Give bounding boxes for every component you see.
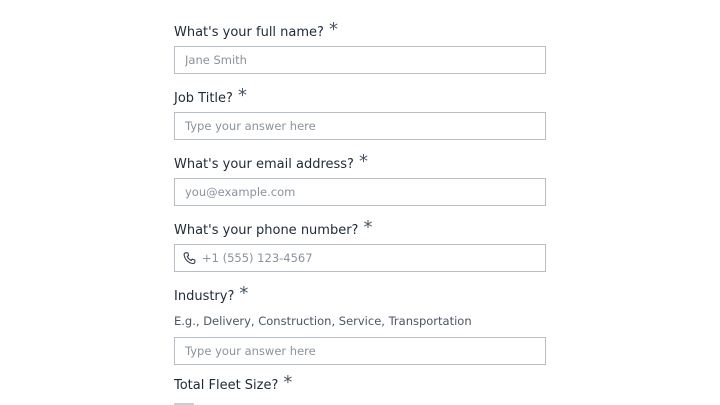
required-asterisk: *: [363, 217, 373, 238]
job-title-label-row: Job Title? *: [174, 85, 546, 110]
full-name-label-row: What's your full name? *: [174, 19, 546, 44]
full-name-field: What's your full name? *: [174, 19, 546, 74]
phone-label: What's your phone number?: [174, 223, 359, 238]
full-name-label: What's your full name?: [174, 25, 324, 40]
phone-input-box: [174, 244, 546, 272]
fleet-size-field: Total Fleet Size? *: [174, 372, 546, 397]
industry-input-box: [174, 337, 546, 365]
job-title-input[interactable]: [175, 113, 545, 139]
job-title-label: Job Title?: [174, 91, 233, 106]
industry-label-row: Industry? *: [174, 283, 546, 308]
industry-hint: E.g., Delivery, Construction, Service, T…: [174, 314, 472, 328]
fleet-size-label-row: Total Fleet Size? *: [174, 372, 546, 397]
industry-label: Industry?: [174, 289, 235, 304]
email-label-row: What's your email address? *: [174, 151, 546, 176]
full-name-input-box: [174, 46, 546, 74]
full-name-input[interactable]: [175, 47, 545, 73]
required-asterisk: *: [358, 151, 368, 172]
fleet-size-label: Total Fleet Size?: [174, 378, 279, 393]
required-asterisk: *: [328, 19, 338, 40]
email-field: What's your email address? *: [174, 151, 546, 206]
required-asterisk: *: [237, 85, 247, 106]
email-input-box: [174, 178, 546, 206]
phone-label-row: What's your phone number? *: [174, 217, 546, 242]
email-label: What's your email address?: [174, 157, 354, 172]
required-asterisk: *: [283, 372, 293, 393]
required-asterisk: *: [239, 283, 249, 304]
phone-input[interactable]: [175, 245, 545, 271]
industry-input[interactable]: [175, 338, 545, 364]
job-title-input-box: [174, 112, 546, 140]
job-title-field: Job Title? *: [174, 85, 546, 140]
email-input[interactable]: [175, 179, 545, 205]
phone-field: What's your phone number? *: [174, 217, 546, 272]
industry-field: Industry? * E.g., Delivery, Construction…: [174, 283, 546, 365]
